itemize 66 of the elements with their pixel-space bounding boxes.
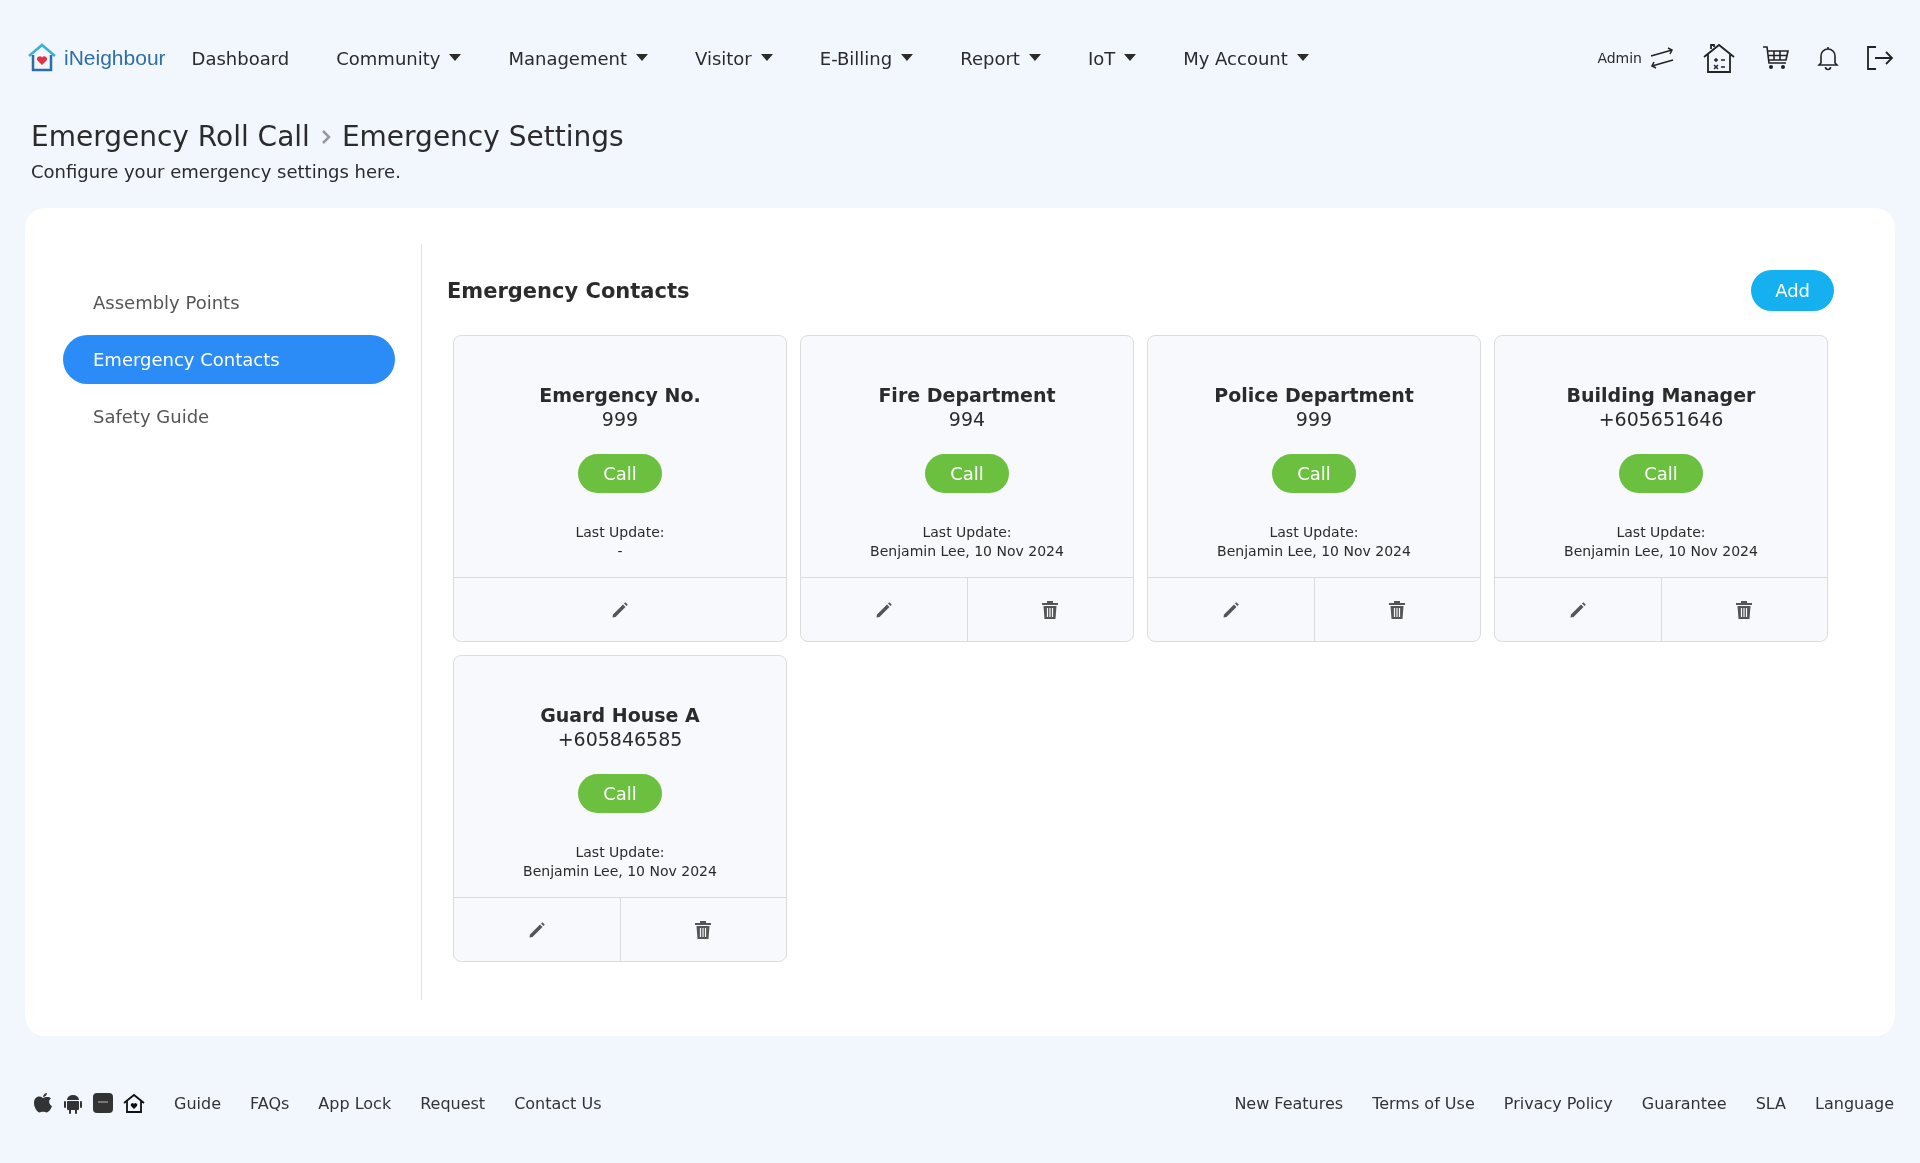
house-heart-icon[interactable] — [123, 1093, 145, 1113]
contact-number: 999 — [601, 408, 639, 430]
android-icon[interactable] — [63, 1092, 83, 1114]
nav-menu-item[interactable]: Visitor — [673, 47, 798, 69]
breadcrumb-item[interactable]: Emergency Roll Call — [31, 120, 310, 153]
footer-link[interactable]: Language — [1815, 1093, 1894, 1113]
trash-icon — [1388, 599, 1407, 620]
contact-number: +605651646 — [1598, 408, 1724, 430]
nav-menu-item[interactable]: Community — [314, 47, 487, 69]
last-update-value: Benjamin Lee, 10 Nov 2024 — [523, 862, 717, 881]
footer-link[interactable]: FAQs — [250, 1093, 290, 1113]
chevron-icon — [319, 127, 332, 146]
house-calculator-icon[interactable] — [1702, 42, 1736, 74]
last-update-value: Benjamin Lee, 10 Nov 2024 — [870, 542, 1064, 561]
footer-link[interactable]: Guide — [174, 1093, 221, 1113]
contact-number: 994 — [948, 408, 986, 430]
sidebar-item[interactable]: Safety Guide — [63, 392, 395, 441]
pencil-icon — [526, 919, 547, 940]
contact-name: Police Department — [1214, 384, 1414, 406]
last-update-value: - — [617, 542, 623, 561]
last-update-label: Last Update: — [1616, 523, 1706, 542]
contact-number: 999 — [1295, 408, 1333, 430]
nav-menu-item[interactable]: IoT — [1065, 47, 1162, 69]
contact-name: Fire Department — [878, 384, 1056, 406]
footer-link[interactable]: SLA — [1755, 1093, 1787, 1113]
cart-icon[interactable] — [1762, 45, 1790, 71]
section-title: Emergency Contacts — [447, 278, 690, 303]
last-update-label: Last Update: — [575, 843, 665, 862]
last-update-label: Last Update: — [575, 523, 665, 542]
contact-name: Building Manager — [1566, 384, 1756, 406]
nav-menu-item[interactable]: Dashboard — [191, 47, 315, 69]
footer-link[interactable]: Request — [420, 1093, 486, 1113]
contact-name: Emergency No. — [539, 384, 701, 406]
apple-icon[interactable] — [33, 1092, 53, 1114]
bell-icon[interactable] — [1816, 45, 1840, 71]
contact-name: Guard House A — [540, 704, 700, 726]
footer-link[interactable]: New Features — [1234, 1093, 1344, 1113]
pencil-icon — [1567, 599, 1588, 620]
switch-icon[interactable] — [1648, 47, 1676, 69]
nav-menu-item[interactable]: My Account — [1161, 47, 1334, 69]
nav-menu-item[interactable]: E-Billing — [797, 47, 939, 69]
sidebar-item[interactable]: Assembly Points — [63, 278, 395, 327]
breadcrumb-item: Emergency Settings — [341, 120, 624, 153]
last-update-label: Last Update: — [922, 523, 1012, 542]
pencil-icon — [1220, 599, 1241, 620]
contact-number: +605846585 — [557, 728, 683, 750]
page-subtitle: Configure your emergency settings here. — [31, 161, 402, 182]
footer-link[interactable]: Privacy Policy — [1503, 1093, 1613, 1113]
pencil-icon — [610, 599, 630, 620]
nav-menu-item[interactable]: Management — [486, 47, 673, 69]
last-update-label: Last Update: — [1269, 523, 1359, 542]
footer-link[interactable]: Terms of Use — [1372, 1093, 1475, 1113]
logout-icon[interactable] — [1866, 45, 1894, 71]
last-update-value: Benjamin Lee, 10 Nov 2024 — [1564, 542, 1758, 561]
footer-link[interactable]: App Lock — [318, 1093, 392, 1113]
footer-link[interactable]: Contact Us — [514, 1093, 602, 1113]
nav-menu-item[interactable]: Report — [938, 47, 1066, 69]
role-label: Admin — [1597, 50, 1642, 66]
trash-icon — [694, 919, 713, 940]
last-update-value: Benjamin Lee, 10 Nov 2024 — [1217, 542, 1411, 561]
pencil-icon — [873, 599, 894, 620]
house-heart-logo-icon — [26, 43, 58, 73]
footer-link[interactable]: Guarantee — [1641, 1093, 1727, 1113]
trash-icon — [1041, 599, 1060, 620]
brand-name[interactable]: iNeighbour — [64, 46, 166, 70]
trash-icon — [1735, 599, 1754, 620]
